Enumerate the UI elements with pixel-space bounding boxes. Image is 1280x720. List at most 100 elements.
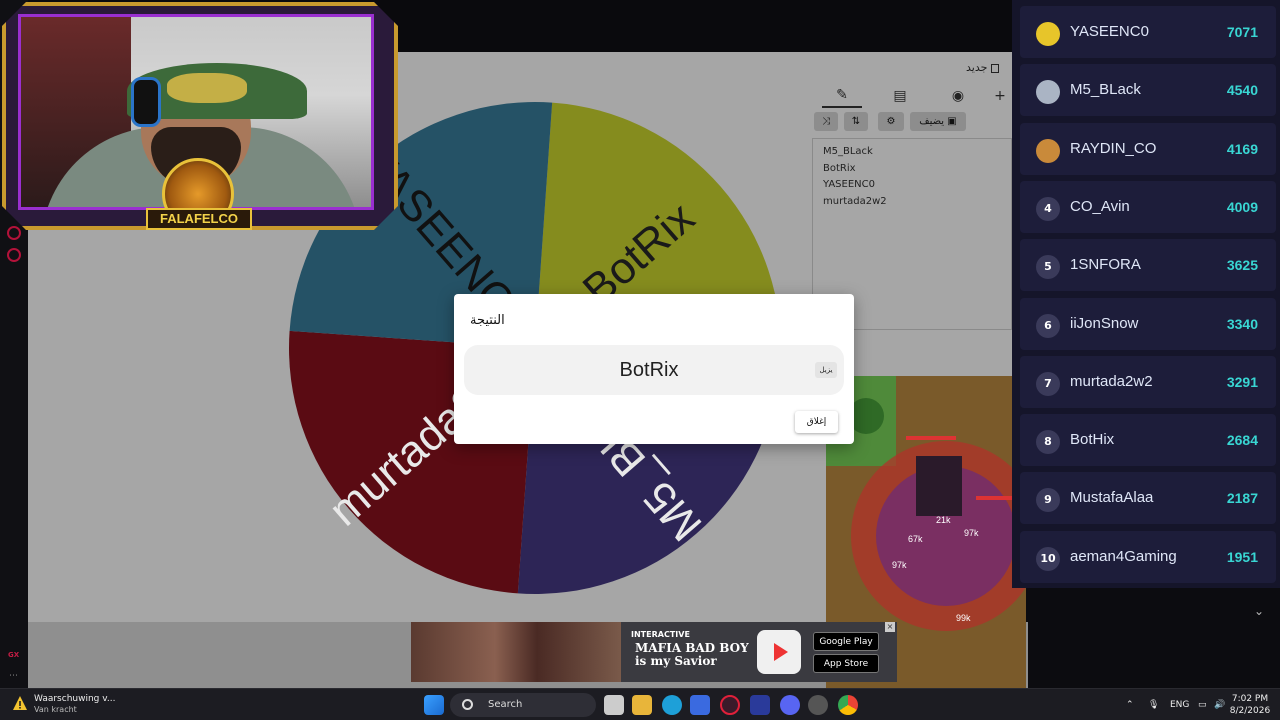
- headset-icon: [131, 77, 161, 127]
- store-icon[interactable]: [690, 695, 710, 715]
- leaderboard-score: 3340: [1226, 315, 1258, 332]
- clock[interactable]: 7:02 PM 8/2/2026: [1228, 693, 1272, 717]
- webcam-overlay: FALAFELCO: [0, 0, 400, 234]
- language-indicator[interactable]: ENG: [1170, 689, 1189, 720]
- leaderboard-score: 4009: [1226, 198, 1258, 215]
- leaderboard-score: 4540: [1226, 82, 1258, 99]
- new-file-icon: [991, 63, 1000, 73]
- leaderboard-name: RAYDIN_CO: [1070, 139, 1157, 157]
- leaderboard-row: YASEENC0 7071: [1020, 6, 1276, 58]
- app-store-button[interactable]: App Store: [813, 654, 879, 673]
- media-player-icon[interactable]: [750, 695, 770, 715]
- ad-title-line2: is my Savior: [635, 654, 717, 668]
- new-button[interactable]: جديد: [966, 61, 1000, 74]
- gx-logo-icon: GX: [8, 651, 20, 659]
- editor-toolbar: ⤨ ⇅ ⚙ يضيف ▣: [812, 112, 1012, 132]
- leaderboard-name: BotHix: [1070, 431, 1115, 449]
- add-image-button[interactable]: يضيف ▣: [910, 112, 966, 131]
- discord-icon[interactable]: [780, 695, 800, 715]
- entry-line: murtada2w2: [823, 195, 887, 207]
- leaderboard-score: 3291: [1226, 373, 1258, 390]
- more-icon[interactable]: ⋯: [9, 671, 18, 681]
- leaderboard-name: CO_Avin: [1070, 197, 1130, 215]
- leaderboard-name: M5_BLack: [1070, 81, 1141, 99]
- svg-text:97k: 97k: [964, 528, 979, 538]
- screen: GX ⋯ BotRix M5_BLack murtada2w2 YASEENC0 جد…: [0, 0, 1280, 720]
- leaderboard-name: iiJonSnow: [1070, 314, 1139, 332]
- gear-icon[interactable]: ⚙: [878, 112, 904, 131]
- entry-line: YASEENC0: [823, 179, 875, 190]
- channel-logo-text: FALAFELCO: [146, 208, 252, 230]
- clipboard-icon[interactable]: ▤: [880, 84, 920, 108]
- file-explorer-icon[interactable]: [632, 695, 652, 715]
- leaderboard: YASEENC0 7071 M5_BLack 4540 RAYDIN_CO 4169 4 CO…: [1012, 0, 1280, 588]
- edit-pencil-icon[interactable]: ✎: [822, 84, 862, 108]
- add-image-label: يضيف: [919, 116, 945, 127]
- leaderboard-row: 10 aeman4Gaming 1951: [1020, 530, 1276, 583]
- leaderboard-row: RAYDIN_CO 4169: [1020, 122, 1276, 175]
- add-tab-icon[interactable]: +: [988, 84, 1012, 108]
- taskbar: Waarschuwing v... Van kracht Search ⌃ 🎙 …: [0, 688, 1280, 720]
- rank-badge: 7: [1036, 371, 1060, 396]
- sort-icon[interactable]: ⇅: [844, 112, 868, 131]
- leaderboard-score: 7071: [1226, 24, 1258, 40]
- leaderboard-name: 1SNFORA: [1070, 256, 1141, 274]
- leaderboard-score: 1951: [1226, 548, 1258, 565]
- leaderboard-score: 2187: [1226, 490, 1258, 507]
- app-store-label: App Store: [823, 658, 869, 669]
- google-play-label: Google Play: [819, 636, 873, 647]
- trophy-icon: [1036, 138, 1060, 163]
- svg-text:21k: 21k: [936, 515, 951, 525]
- leaderboard-score: 4169: [1226, 140, 1258, 157]
- entry-line: M5_BLack: [823, 146, 873, 157]
- rank-badge: 5: [1036, 255, 1060, 280]
- settings-icon[interactable]: [7, 248, 21, 262]
- ad-close-icon[interactable]: ×: [885, 622, 895, 632]
- close-button[interactable]: إغلاق: [795, 411, 838, 433]
- volume-icon[interactable]: 🔊: [1214, 689, 1225, 720]
- result-winner: BotRix: [619, 359, 679, 381]
- chevron-down-icon[interactable]: ⌄: [1254, 604, 1264, 618]
- tray-chevron-icon[interactable]: ⌃: [1126, 689, 1134, 720]
- edge-icon[interactable]: [662, 695, 682, 715]
- rank-badge: 10: [1036, 546, 1060, 571]
- editor-tabs: ✎ ▤ ◉ +: [812, 84, 1012, 108]
- shuffle-icon[interactable]: ⤨: [814, 112, 838, 131]
- rank-badge: 9: [1036, 488, 1060, 513]
- entry-line: BotRix: [823, 162, 856, 174]
- search-icon: [462, 699, 473, 710]
- svg-text:99k: 99k: [956, 613, 971, 623]
- result-box: BotRix يزيل: [464, 345, 844, 395]
- settings-app-icon[interactable]: [808, 695, 828, 715]
- opera-gx-icon[interactable]: [720, 695, 740, 715]
- hide-eye-icon[interactable]: ◉: [938, 84, 978, 108]
- leaderboard-row: 4 CO_Avin 4009: [1020, 180, 1276, 233]
- leaderboard-name: aeman4Gaming: [1070, 547, 1177, 565]
- search-box[interactable]: Search: [450, 693, 596, 717]
- network-icon[interactable]: ▭: [1198, 689, 1207, 720]
- microphone-icon[interactable]: 🎙: [1148, 689, 1159, 720]
- result-dialog: النتيجة BotRix يزيل إغلاق: [454, 294, 854, 444]
- rank-badge: 8: [1036, 430, 1060, 455]
- ad-banner[interactable]: INTERACTIVE MAFIA BAD BOY is my Savior G…: [411, 622, 897, 682]
- svg-text:97k: 97k: [892, 560, 907, 570]
- trophy-icon: [1036, 22, 1060, 46]
- remove-button[interactable]: يزيل: [815, 362, 837, 378]
- clock-date: 8/2/2026: [1229, 706, 1271, 716]
- ad-title: MAFIA BAD BOY is my Savior: [635, 642, 749, 668]
- leaderboard-name: murtada2w2: [1070, 372, 1153, 390]
- start-icon[interactable]: [424, 695, 444, 715]
- leaderboard-row: M5_BLack 4540: [1020, 64, 1276, 117]
- weather-warning-title[interactable]: Waarschuwing v...: [34, 694, 115, 704]
- google-play-button[interactable]: Google Play: [813, 632, 879, 651]
- ad-brand: INTERACTIVE: [631, 630, 690, 639]
- warning-icon[interactable]: [12, 695, 28, 711]
- dialog-title: النتيجة: [470, 313, 505, 328]
- leaderboard-row: 7 murtada2w2 3291: [1020, 355, 1276, 408]
- leaderboard-row: 6 iiJonSnow 3340: [1020, 297, 1276, 350]
- leaderboard-name: YASEENC0: [1070, 23, 1149, 40]
- leaderboard-row: 9 MustafaAlaa 2187: [1020, 472, 1276, 525]
- chrome-icon[interactable]: [838, 695, 858, 715]
- play-icon[interactable]: [757, 630, 801, 674]
- task-view-icon[interactable]: [604, 695, 624, 715]
